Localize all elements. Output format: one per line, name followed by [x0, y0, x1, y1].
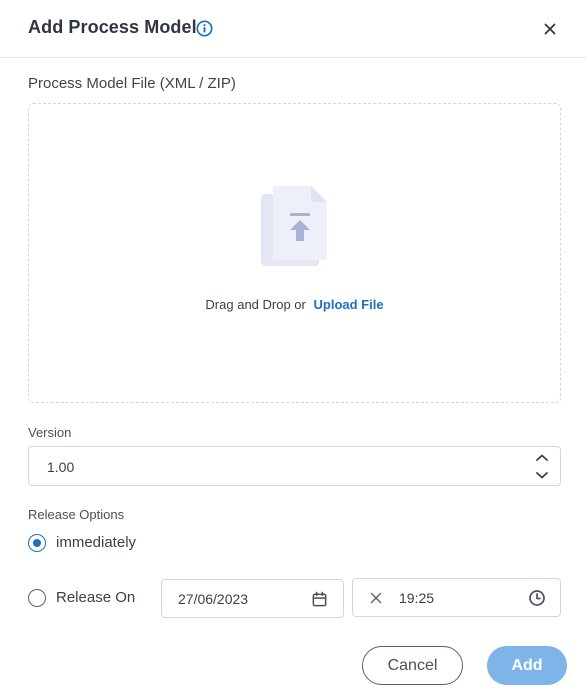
file-upload-icon [261, 186, 327, 266]
info-icon[interactable] [196, 20, 213, 37]
release-date-input[interactable]: 27/06/2023 [161, 579, 344, 618]
release-time-value: 19:25 [399, 590, 435, 606]
radio-immediately[interactable] [28, 534, 46, 552]
file-field-label: Process Model File (XML / ZIP) [28, 75, 236, 92]
version-input[interactable]: 1.00 [28, 446, 561, 486]
upload-file-link[interactable]: Upload File [314, 297, 384, 312]
add-button[interactable]: Add [487, 646, 567, 685]
chevron-up-icon[interactable] [534, 452, 550, 464]
radio-release-on-label[interactable]: Release On [56, 589, 135, 606]
version-label: Version [28, 425, 72, 440]
calendar-icon[interactable] [311, 591, 328, 608]
drop-text: Drag and Drop or [205, 297, 306, 312]
clear-icon[interactable] [369, 591, 383, 605]
release-date-value: 27/06/2023 [178, 591, 249, 607]
dialog-header: Add Process Model [0, 0, 586, 58]
radio-immediately-label[interactable]: immediately [56, 534, 136, 551]
clock-icon[interactable] [528, 589, 546, 607]
chevron-down-icon[interactable] [534, 469, 550, 481]
release-time-input[interactable]: 19:25 [352, 578, 561, 617]
cancel-button[interactable]: Cancel [362, 646, 463, 685]
version-value: 1.00 [47, 459, 75, 475]
close-icon[interactable] [540, 19, 560, 39]
dialog-title: Add Process Model [28, 17, 197, 37]
drop-instructions: Drag and Drop or Upload File [29, 297, 560, 312]
radio-release-on[interactable] [28, 589, 46, 607]
release-options-label: Release Options [28, 507, 125, 522]
file-dropzone[interactable]: Drag and Drop or Upload File [28, 103, 561, 403]
